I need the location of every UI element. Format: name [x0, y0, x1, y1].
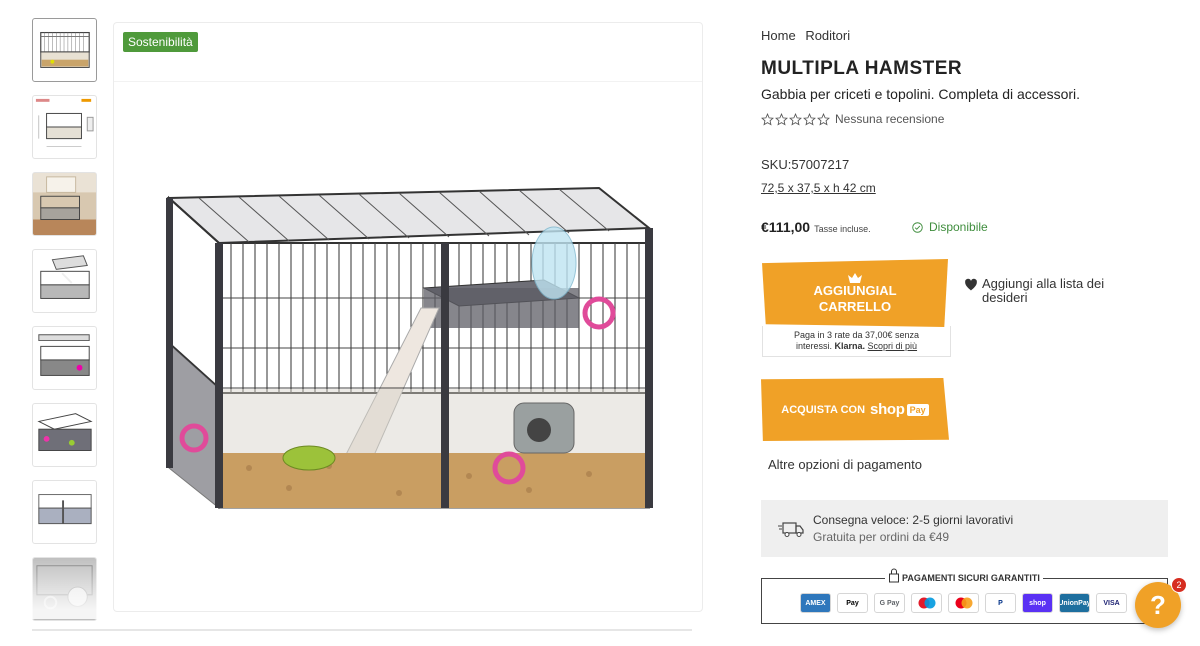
shop-pay-icon: shop	[1022, 593, 1053, 613]
payment-methods: AMEX Pay G Pay Pshop UnionPay VISA	[800, 593, 1133, 613]
shop-pay-label: shop	[1029, 599, 1046, 607]
apple-pay-label: Pay	[846, 599, 859, 607]
google-pay-icon: G Pay	[874, 593, 905, 613]
thumbnail-4[interactable]	[32, 249, 97, 313]
star-icon	[775, 112, 788, 126]
main-product-image[interactable]: Sostenibilità	[113, 22, 703, 612]
unionpay-label: UnionPay	[1059, 599, 1090, 607]
wishlist-label: Aggiungi alla lista dei desideri	[982, 276, 1105, 305]
help-label: ?	[1150, 589, 1166, 620]
product-title: MULTIPLA HAMSTER	[761, 58, 963, 79]
secure-payments-box: PAGAMENTI SICURI GARANTITI AMEX Pay G Pay P…	[761, 567, 1168, 624]
klarna-line2: interessi.	[795, 341, 832, 351]
availability-label: Disponibile	[929, 220, 988, 234]
shop-pay-button[interactable]: ACQUISTA CON shop Pay	[761, 378, 949, 441]
star-rating	[761, 112, 831, 126]
visa-icon: VISA	[1096, 593, 1127, 613]
klarna-logo: Klarna.	[834, 341, 865, 351]
add-to-wishlist[interactable]: Aggiungi alla lista dei desideri	[964, 277, 1144, 305]
star-icon	[803, 112, 816, 126]
image-divider	[114, 81, 702, 82]
google-pay-label: G Pay	[879, 599, 900, 607]
add-to-cart-label: AGGIUNGIAL CARRELLO	[813, 282, 897, 314]
klarna-line1: Paga in 3 rate da 37,00€ senza	[793, 330, 920, 340]
klarna-installments: Paga in 3 rate da 37,00€ senza interessi…	[762, 326, 951, 357]
star-icon	[817, 112, 830, 126]
maestro-icon	[911, 593, 942, 613]
price-row: €111,00 Tasse incluse. Disponibile	[761, 219, 1061, 235]
help-notification-badge: 2	[1171, 577, 1187, 593]
tax-note: Tasse incluse.	[814, 224, 871, 234]
amex-icon: AMEX	[800, 593, 831, 613]
rating-text: Nessuna recensione	[835, 112, 945, 126]
thumbnail-1[interactable]	[32, 18, 97, 82]
secure-payments-label: PAGAMENTI SICURI GARANTITI	[885, 567, 1043, 583]
shop-pay-brand: shop	[870, 401, 905, 418]
check-circle-icon	[912, 221, 923, 233]
star-icon	[761, 112, 774, 126]
thumbnail-6[interactable]	[32, 403, 97, 467]
mastercard-icon	[948, 593, 979, 613]
shop-pay-pill: Pay	[906, 403, 929, 416]
amex-label: AMEX	[805, 599, 826, 607]
hamster-cage-illustration	[166, 186, 653, 510]
breadcrumb: Home Roditori	[761, 28, 856, 43]
product-dimensions: 72,5 x 37,5 x h 42 cm	[761, 181, 876, 195]
add-to-cart-button[interactable]: AGGIUNGIAL CARRELLO	[762, 259, 948, 327]
product-price: €111,00	[761, 219, 811, 235]
sustainability-badge: Sostenibilità	[123, 32, 198, 52]
star-icon	[789, 112, 802, 126]
more-payment-options-link[interactable]: Altre opzioni di pagamento	[768, 457, 922, 472]
unionpay-icon: UnionPay	[1059, 593, 1090, 613]
delivery-truck-icon	[778, 521, 804, 537]
availability: Disponibile	[912, 220, 988, 234]
delivery-subtitle: Gratuita per ordini da €49	[813, 530, 950, 544]
rating[interactable]: Nessuna recensione	[761, 112, 944, 126]
delivery-info: Consegna veloce: 2-5 giorni lavorativi G…	[761, 500, 1168, 557]
klarna-learn-more-link[interactable]: Scopri di più	[868, 341, 918, 351]
thumbnail-8[interactable]	[32, 557, 97, 621]
lock-icon	[889, 568, 899, 583]
product-subtitle: Gabbia per criceti e topolini. Completa …	[761, 86, 1081, 102]
apple-pay-icon: Pay	[837, 593, 868, 613]
thumbnail-2[interactable]	[32, 95, 97, 159]
secure-payments-text: PAGAMENTI SICURI GARANTITI	[902, 573, 1040, 583]
thumbnail-3[interactable]	[32, 172, 97, 236]
paypal-label: P	[998, 599, 1003, 607]
thumbnail-list	[32, 18, 98, 634]
visa-label: VISA	[1103, 599, 1120, 607]
breadcrumb-category[interactable]: Roditori	[805, 28, 850, 43]
heart-icon	[965, 278, 977, 291]
shop-pay-prefix: ACQUISTA CON	[781, 403, 866, 416]
gallery-bottom-divider	[32, 629, 692, 631]
paypal-icon: P	[985, 593, 1016, 613]
product-sku: SKU:57007217	[761, 157, 850, 172]
breadcrumb-home[interactable]: Home	[761, 28, 796, 43]
thumbnail-7[interactable]	[32, 480, 97, 544]
thumbnail-5[interactable]	[32, 326, 97, 390]
delivery-title: Consegna veloce: 2-5 giorni lavorativi	[813, 513, 1014, 527]
